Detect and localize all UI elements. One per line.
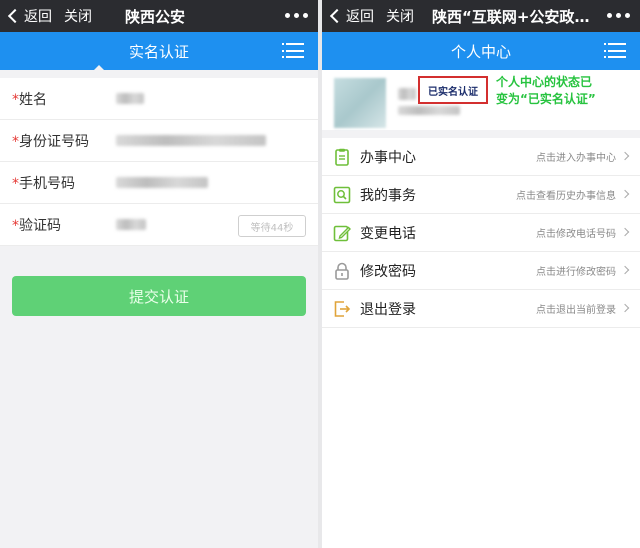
header-notch xyxy=(94,65,104,70)
close-button[interactable]: 关闭 xyxy=(64,6,92,26)
menu-item-change-password[interactable]: 修改密码 点击进行修改密码 xyxy=(322,252,640,290)
personal-center-screen: 返回 关闭 陕西“互联网+公安政务… 个人中心 已实名认证 个人中心的状态已 变… xyxy=(322,0,640,548)
name-input[interactable] xyxy=(116,93,144,104)
chevron-left-icon xyxy=(329,8,345,24)
user-id-blurred xyxy=(398,106,460,115)
menu-item-service-center[interactable]: 办事中心 点击进入办事中心 xyxy=(322,138,640,176)
chevron-right-icon xyxy=(620,303,630,313)
id-number-input[interactable] xyxy=(116,135,266,146)
wechat-title: 陕西公安 xyxy=(125,7,186,26)
menu-item-hint: 点击修改电话号码 xyxy=(536,229,616,240)
chevron-right-icon xyxy=(620,189,630,199)
document-icon xyxy=(332,147,352,167)
auth-form: *姓名 *身份证号码 *手机号码 *验证码 等待44秒 xyxy=(0,78,318,246)
name-label: *姓名 xyxy=(12,91,47,108)
code-countdown-button[interactable]: 等待44秒 xyxy=(238,215,306,237)
annotation-note: 个人中心的状态已 变为“已实名认证” xyxy=(496,75,596,106)
search-icon xyxy=(332,185,352,205)
code-label: *验证码 xyxy=(12,217,61,234)
user-name-blurred xyxy=(398,88,416,100)
screenshot-stage: 返回 关闭 陕西公安 实名认证 *姓名 *身份证号码 *手机号码 *验证码 等待… xyxy=(0,0,640,548)
more-icon[interactable] xyxy=(607,13,630,18)
wechat-title: 陕西“互联网+公安政务… xyxy=(432,7,600,26)
wechat-top-bar: 返回 关闭 陕西“互联网+公安政务… xyxy=(322,0,640,32)
chevron-right-icon xyxy=(620,227,630,237)
back-label: 返回 xyxy=(346,9,374,25)
phone-input[interactable] xyxy=(116,177,208,188)
code-input[interactable] xyxy=(116,219,146,230)
wechat-top-bar: 返回 关闭 陕西公安 xyxy=(0,0,318,32)
page-header: 个人中心 xyxy=(322,32,640,70)
code-row: *验证码 等待44秒 xyxy=(0,204,318,246)
more-icon[interactable] xyxy=(285,13,308,18)
edit-icon xyxy=(332,223,352,243)
menu-item-title: 退出登录 xyxy=(360,301,416,318)
menu-item-logout[interactable]: 退出登录 点击退出当前登录 xyxy=(322,290,640,328)
logout-icon xyxy=(332,299,352,319)
phone-label: *手机号码 xyxy=(12,175,75,192)
menu-item-hint: 点击进行修改密码 xyxy=(536,267,616,278)
menu-item-my-affairs[interactable]: 我的事务 点击查看历史办事信息 xyxy=(322,176,640,214)
list-menu-icon[interactable] xyxy=(282,43,304,58)
menu-item-title: 变更电话 xyxy=(360,225,416,242)
menu-item-change-phone[interactable]: 变更电话 点击修改电话号码 xyxy=(322,214,640,252)
profile-card: 已实名认证 个人中心的状态已 变为“已实名认证” xyxy=(322,70,640,138)
menu-item-title: 我的事务 xyxy=(360,187,416,204)
chevron-left-icon xyxy=(7,8,23,24)
menu-item-hint: 点击查看历史办事信息 xyxy=(516,191,616,202)
avatar[interactable] xyxy=(334,78,386,128)
page-title: 个人中心 xyxy=(450,42,511,61)
back-label: 返回 xyxy=(24,9,52,25)
menu-item-hint: 点击退出当前登录 xyxy=(536,305,616,316)
back-button[interactable]: 返回 xyxy=(329,6,374,26)
menu-item-hint: 点击进入办事中心 xyxy=(536,153,616,164)
menu-item-title: 办事中心 xyxy=(360,149,416,166)
back-button[interactable]: 返回 xyxy=(7,6,52,26)
list-menu-icon[interactable] xyxy=(604,43,626,58)
page-title: 实名认证 xyxy=(128,42,189,61)
menu-item-title: 修改密码 xyxy=(360,263,416,280)
id-number-row: *身份证号码 xyxy=(0,120,318,162)
chevron-right-icon xyxy=(620,151,630,161)
submit-button[interactable]: 提交认证 xyxy=(12,276,306,316)
real-name-auth-screen: 返回 关闭 陕西公安 实名认证 *姓名 *身份证号码 *手机号码 *验证码 等待… xyxy=(0,0,318,548)
close-button[interactable]: 关闭 xyxy=(386,6,414,26)
page-header: 实名认证 xyxy=(0,32,318,70)
id-number-label: *身份证号码 xyxy=(12,133,89,150)
verified-status-badge: 已实名认证 xyxy=(418,76,488,104)
name-row: *姓名 xyxy=(0,78,318,120)
lock-icon xyxy=(332,261,352,281)
chevron-right-icon xyxy=(620,265,630,275)
phone-row: *手机号码 xyxy=(0,162,318,204)
